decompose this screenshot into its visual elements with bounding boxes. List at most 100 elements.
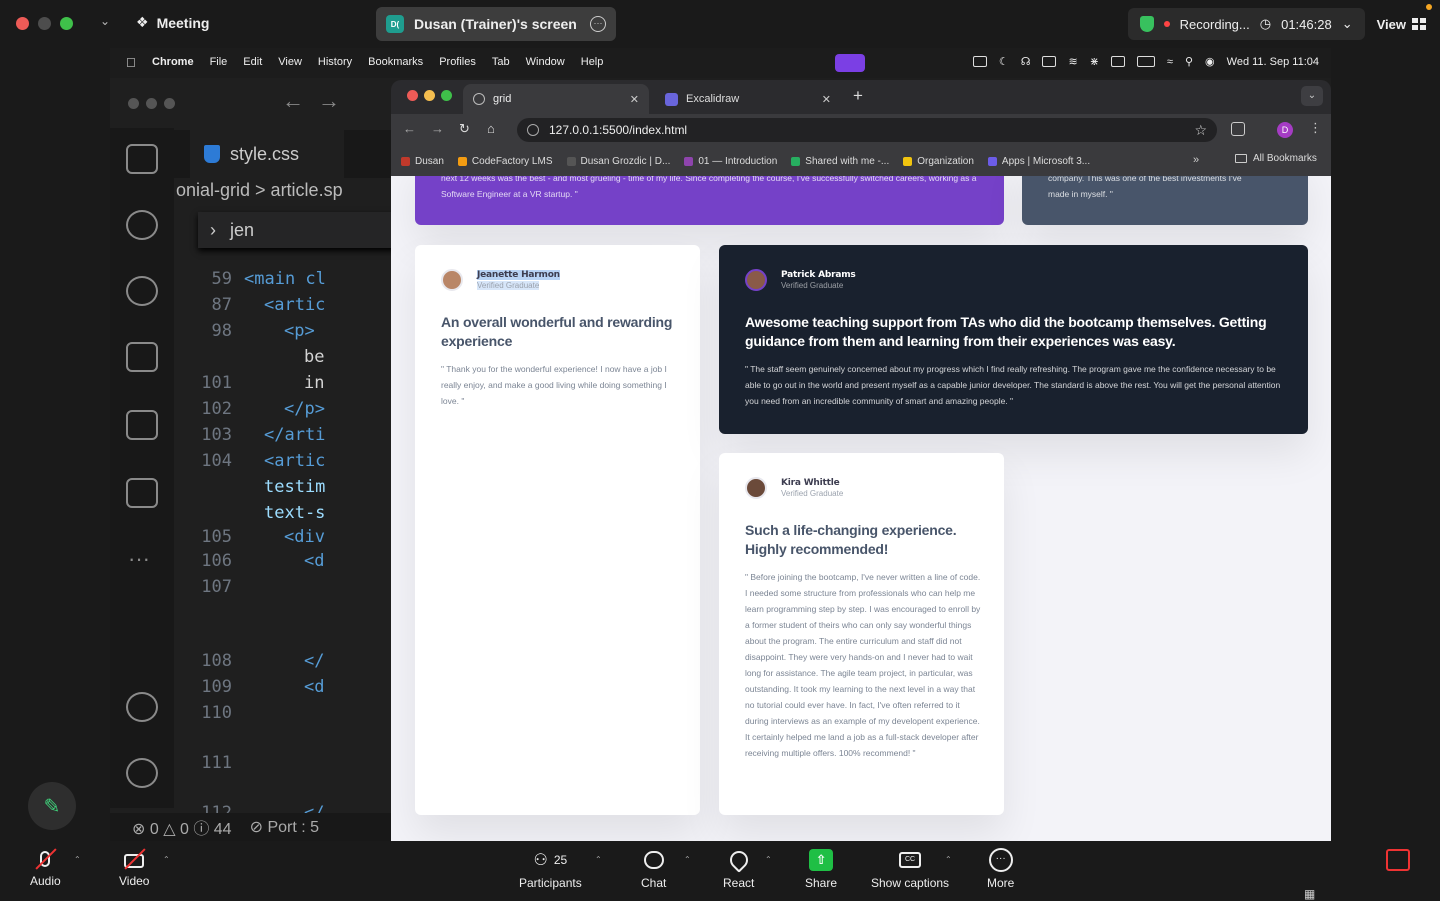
menu-window[interactable]: Window (526, 56, 565, 68)
react-button[interactable]: React (723, 847, 754, 890)
code-line[interactable]: 109 <d (174, 677, 400, 703)
extensions-icon[interactable] (1231, 122, 1245, 136)
recording-status[interactable]: Recording... ◷ 01:46:28 ⌄ (1127, 8, 1365, 40)
tab-search-button[interactable]: ⌄ (1301, 86, 1323, 106)
code-line[interactable]: 110 (174, 703, 400, 729)
code-line[interactable]: 87 <artic (174, 295, 400, 321)
bluetooth-icon[interactable]: ⋇ (1090, 55, 1099, 68)
leave-icon[interactable] (1386, 849, 1410, 871)
home-icon[interactable]: ⌂ (487, 121, 495, 136)
control-center-icon[interactable]: ◉ (1205, 55, 1215, 68)
url-text[interactable]: 127.0.0.1:5500/index.html (549, 123, 687, 137)
find-widget[interactable]: › jen (198, 212, 400, 248)
code-line[interactable]: 105 <div (174, 527, 400, 553)
profile-avatar[interactable]: D (1277, 122, 1293, 138)
annotate-button[interactable]: ✎ (28, 782, 76, 830)
search-icon[interactable]: ⚲ (1185, 55, 1193, 68)
account-icon[interactable] (126, 692, 158, 722)
port-status[interactable]: ⊘ Port : 5 (250, 817, 319, 837)
chevron-down-icon[interactable]: ⌄ (100, 14, 110, 28)
chrome-maximize-button[interactable] (441, 90, 452, 101)
more-bookmarks-icon[interactable]: » (1193, 154, 1199, 166)
bookmark-item[interactable]: Dusan Grozdic | D... (566, 156, 670, 167)
react-options-icon[interactable]: ⌃ (765, 855, 772, 864)
code-line[interactable]: 102 </p> (174, 399, 400, 425)
chat-button[interactable]: Chat (641, 849, 666, 890)
audio-options-icon[interactable]: ⌃ (74, 855, 81, 864)
apple-icon[interactable]:  (126, 55, 136, 70)
screen-share-indicator[interactable]: D( Dusan (Trainer)'s screen ··· (376, 7, 616, 41)
chrome-close-button[interactable] (407, 90, 418, 101)
settings-gear-icon[interactable] (126, 758, 158, 788)
zoom-share-icon[interactable] (835, 54, 865, 72)
new-tab-button[interactable]: + (853, 86, 863, 106)
bookmark-item[interactable]: CodeFactory LMS (457, 156, 553, 167)
code-line[interactable]: 107 (174, 577, 400, 603)
menu-chrome[interactable]: Chrome (152, 56, 194, 68)
tab-excalidraw[interactable]: Excalidraw ✕ (655, 84, 841, 114)
close-window-button[interactable] (16, 17, 29, 30)
menu-history[interactable]: History (318, 56, 352, 68)
extensions-icon[interactable] (126, 410, 158, 440)
chrome-minimize-button[interactable] (424, 90, 435, 101)
screen-mirror-icon[interactable] (1042, 56, 1057, 67)
code-line[interactable]: 98 <p> (174, 321, 400, 347)
code-line[interactable]: 101 in (174, 373, 400, 399)
meeting-menu[interactable]: ❖ Meeting (136, 14, 209, 31)
code-line[interactable]: 111 (174, 753, 400, 779)
chevron-right-icon[interactable]: › (210, 220, 216, 241)
chrome-menu-icon[interactable]: ⋮ (1309, 120, 1322, 136)
menu-bookmarks[interactable]: Bookmarks (368, 56, 423, 68)
code-line[interactable]: 103 </arti (174, 425, 400, 451)
back-arrow-icon[interactable]: ← (403, 121, 416, 136)
menubar-clock[interactable]: Wed 11. Sep 11:04 (1227, 56, 1319, 68)
bookmark-item[interactable]: 01 — Introduction (684, 156, 777, 167)
bookmark-star-icon[interactable]: ☆ (1194, 122, 1207, 139)
breadcrumb[interactable]: onial-grid > article.sp (176, 180, 343, 201)
captions-button[interactable]: CC Show captions (871, 849, 949, 890)
battery-icon[interactable] (1136, 56, 1155, 67)
menu-file[interactable]: File (210, 56, 228, 68)
menu-edit[interactable]: Edit (243, 56, 262, 68)
captions-options-icon[interactable]: ⌃ (945, 855, 952, 864)
all-bookmarks-button[interactable]: All Bookmarks (1235, 153, 1317, 164)
maximize-window-button[interactable] (60, 17, 73, 30)
bookmark-item[interactable]: Shared with me -... (791, 156, 889, 167)
close-tab-icon[interactable]: ✕ (822, 93, 831, 106)
menu-tab[interactable]: Tab (492, 56, 510, 68)
bookmark-item[interactable]: Apps | Microsoft 3... (987, 156, 1090, 167)
forward-arrow-icon[interactable]: → (431, 121, 444, 136)
chevron-down-icon[interactable]: ⌄ (1342, 16, 1353, 32)
remote-explorer-icon[interactable] (126, 478, 158, 508)
bookmark-item[interactable]: Dusan (401, 156, 444, 167)
vscode-close-button[interactable] (128, 98, 139, 109)
forward-arrow-icon[interactable]: → (318, 88, 340, 114)
video-button[interactable]: Video (119, 849, 149, 888)
code-line[interactable]: 106 <d (174, 551, 400, 577)
participants-options-icon[interactable]: ⌃ (595, 855, 602, 864)
gallery-icon[interactable]: ▦ (1304, 887, 1315, 901)
tab-style-css[interactable]: style.css (190, 130, 344, 178)
problems-status[interactable]: ⊗ 0 △ 0 ⓘ 44 (132, 815, 232, 839)
code-line[interactable]: 108 </ (174, 651, 400, 677)
bookmark-item[interactable]: Organization (903, 156, 974, 167)
more-icon[interactable]: ··· (128, 546, 150, 572)
more-options-icon[interactable]: ··· (590, 16, 606, 32)
vscode-minimize-button[interactable] (146, 98, 157, 109)
tab-grid[interactable]: grid ✕ (463, 84, 649, 114)
address-bar[interactable]: 127.0.0.1:5500/index.html ☆ (517, 118, 1217, 142)
back-arrow-icon[interactable]: ← (282, 88, 304, 114)
site-info-icon[interactable] (527, 124, 539, 136)
find-input[interactable]: jen (230, 220, 254, 241)
display-icon[interactable] (972, 56, 987, 67)
moon-icon[interactable]: ☾ (999, 55, 1009, 68)
code-line[interactable]: text-s (174, 503, 400, 529)
reload-icon[interactable]: ↻ (459, 121, 470, 137)
minimize-window-button[interactable] (38, 17, 51, 30)
share-button[interactable]: ⇧ Share (805, 849, 837, 890)
code-line[interactable]: testim (174, 477, 400, 503)
audio-button[interactable]: Audio (30, 849, 61, 888)
menu-profiles[interactable]: Profiles (439, 56, 476, 68)
video-options-icon[interactable]: ⌃ (163, 855, 170, 864)
menu-view[interactable]: View (278, 56, 302, 68)
